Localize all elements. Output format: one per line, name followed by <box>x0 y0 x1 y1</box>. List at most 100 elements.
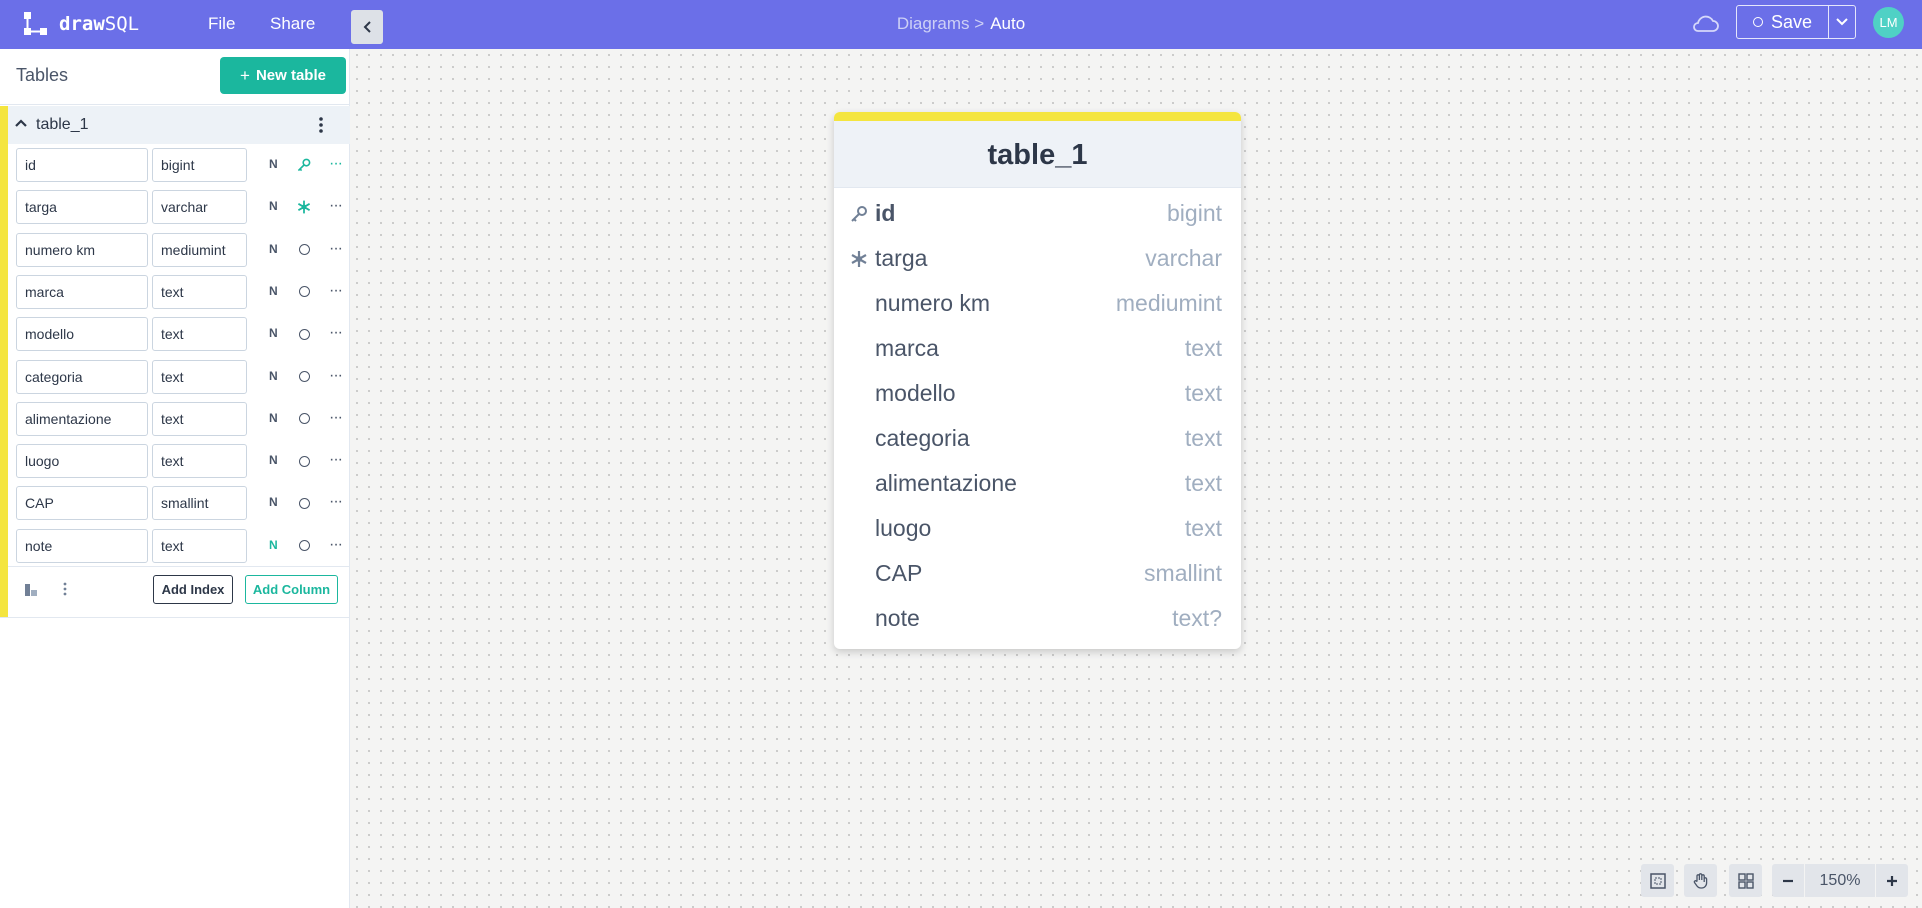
new-table-button[interactable]: + New table <box>220 57 346 94</box>
column-name-input[interactable]: categoria <box>16 359 148 394</box>
table-card-row[interactable]: note text? <box>834 595 1241 640</box>
attribute-toggle[interactable] <box>294 197 314 217</box>
nullable-toggle[interactable]: N <box>269 369 278 383</box>
table-card-row[interactable]: marca text <box>834 325 1241 370</box>
nullable-toggle[interactable]: N <box>269 538 278 552</box>
attribute-toggle[interactable] <box>294 282 314 302</box>
column-name-input[interactable]: note <box>16 528 148 563</box>
column-options-icon[interactable]: ··· <box>329 494 343 510</box>
table-header[interactable]: table_1 <box>8 106 350 144</box>
index-toggle-icon <box>298 244 310 256</box>
nullable-toggle[interactable]: N <box>269 157 278 171</box>
share-menu[interactable]: Share <box>270 14 315 34</box>
column-type-input[interactable]: text <box>152 401 247 436</box>
logo[interactable]: drawSQL <box>22 10 139 38</box>
fit-view-button[interactable] <box>1641 864 1674 897</box>
table-card[interactable]: table_1 id bigint targa varchar numero k… <box>834 112 1241 649</box>
attribute-toggle[interactable] <box>294 240 314 260</box>
collapse-sidebar-button[interactable] <box>351 10 383 44</box>
table-card-row[interactable]: targa varchar <box>834 235 1241 280</box>
nullable-toggle[interactable]: N <box>269 199 278 213</box>
grid-toggle-button[interactable] <box>1729 864 1762 897</box>
column-type-input[interactable]: text <box>152 317 247 352</box>
zoom-in-button[interactable] <box>1875 864 1908 897</box>
kebab-menu-icon[interactable] <box>318 116 324 134</box>
zoom-out-button[interactable] <box>1772 864 1805 897</box>
attribute-toggle[interactable] <box>294 155 314 175</box>
chevron-left-icon <box>363 21 371 33</box>
column-name-input[interactable]: CAP <box>16 486 148 521</box>
attribute-toggle[interactable] <box>294 409 314 429</box>
table-card-row[interactable]: CAP smallint <box>834 550 1241 595</box>
file-menu[interactable]: File <box>208 14 235 34</box>
breadcrumb-current[interactable]: Auto <box>990 14 1025 33</box>
pan-tool-button[interactable] <box>1684 864 1717 897</box>
add-index-button[interactable]: Add Index <box>153 575 233 604</box>
column-type-input[interactable]: bigint <box>152 148 247 182</box>
table-card-row[interactable]: modello text <box>834 370 1241 415</box>
column-options-icon[interactable]: ··· <box>329 156 343 172</box>
column-options-icon[interactable]: ··· <box>329 409 343 426</box>
table-card-title[interactable]: table_1 <box>834 121 1241 188</box>
column-name-input[interactable]: luogo <box>16 444 148 479</box>
column-options-icon[interactable]: ··· <box>329 282 343 299</box>
column-name-input[interactable]: alimentazione <box>16 401 148 436</box>
nullable-toggle[interactable]: N <box>269 242 278 256</box>
column-options-icon[interactable]: ··· <box>329 325 343 341</box>
table-card-row[interactable]: alimentazione text <box>834 460 1241 505</box>
column-options-icon[interactable]: ··· <box>329 198 343 214</box>
attribute-toggle[interactable] <box>294 536 314 556</box>
nullable-toggle[interactable]: N <box>269 453 278 467</box>
column-type-input[interactable]: text <box>152 274 247 309</box>
avatar[interactable]: LM <box>1873 7 1904 38</box>
index-toggle-icon <box>298 455 310 467</box>
cloud-sync-icon[interactable] <box>1690 12 1720 36</box>
column-row: id bigint N ··· <box>16 148 350 182</box>
sidebar: Tables + New table table_1 id bigint N ·… <box>0 49 350 908</box>
attribute-toggle[interactable] <box>294 367 314 387</box>
column-options-icon[interactable]: ··· <box>329 367 343 384</box>
attribute-toggle[interactable] <box>294 324 314 344</box>
table-card-row[interactable]: categoria text <box>834 415 1241 460</box>
nullable-toggle[interactable]: N <box>269 326 278 340</box>
chevron-up-icon[interactable] <box>14 118 28 128</box>
kebab-menu-icon[interactable] <box>62 581 68 597</box>
table-card-row[interactable]: numero km mediumint <box>834 280 1241 325</box>
nullable-toggle[interactable]: N <box>269 495 278 509</box>
add-column-button[interactable]: Add Column <box>245 575 338 604</box>
column-name-input[interactable]: id <box>16 148 148 182</box>
column-name-input[interactable]: marca <box>16 274 148 309</box>
table-card-row[interactable]: id bigint <box>834 190 1241 235</box>
grid-icon <box>1737 872 1754 889</box>
table-card-row[interactable]: luogo text <box>834 505 1241 550</box>
attribute-toggle[interactable] <box>294 451 314 471</box>
column-type-input[interactable]: mediumint <box>152 232 247 267</box>
nullable-toggle[interactable]: N <box>269 284 278 298</box>
save-options-button[interactable] <box>1829 6 1855 38</box>
nullable-toggle[interactable]: N <box>269 411 278 425</box>
frame-icon <box>1649 872 1666 889</box>
column-options-icon[interactable]: ··· <box>329 536 343 553</box>
column-row: alimentazione text N ··· <box>16 401 350 436</box>
index-icon[interactable] <box>24 583 38 597</box>
table-card-column-name: marca <box>875 335 939 361</box>
breadcrumb-diagrams[interactable]: Diagrams > <box>897 14 984 33</box>
zoom-control: 150% <box>1772 864 1908 897</box>
column-options-icon[interactable]: ··· <box>329 240 343 257</box>
save-button[interactable]: Save <box>1737 6 1829 38</box>
unique-icon-wrap <box>849 249 869 269</box>
column-name-input[interactable]: modello <box>16 317 148 352</box>
column-type-input[interactable]: smallint <box>152 486 247 521</box>
column-type-input[interactable]: text <box>152 359 247 394</box>
column-name-input[interactable]: numero km <box>16 232 148 267</box>
table-name[interactable]: table_1 <box>36 116 89 134</box>
column-options-icon[interactable]: ··· <box>329 452 343 468</box>
column-type-input[interactable]: text <box>152 444 247 479</box>
table-card-column-type: text? <box>1172 605 1222 631</box>
index-toggle-icon <box>298 497 310 509</box>
column-type-input[interactable]: varchar <box>152 190 247 225</box>
column-name-input[interactable]: targa <box>16 190 148 225</box>
column-row: marca text N ··· <box>16 274 350 309</box>
attribute-toggle[interactable] <box>294 493 314 513</box>
column-type-input[interactable]: text <box>152 528 247 563</box>
